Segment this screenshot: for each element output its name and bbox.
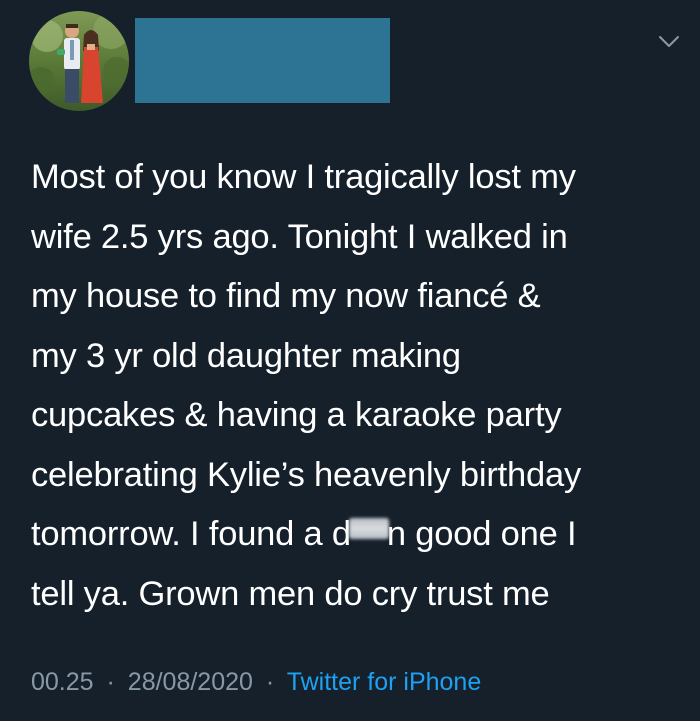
tweet-date[interactable]: 28/08/2020 <box>128 668 253 696</box>
separator: · <box>106 668 115 696</box>
separator: · <box>265 668 275 696</box>
profile-photo <box>29 11 129 111</box>
tweet-line: Most of you know I tragically lost my <box>31 158 576 196</box>
tweet-meta: 00.25 · 28/08/2020 · Twitter for iPhone <box>31 668 481 697</box>
tweet-source-link[interactable]: Twitter for iPhone <box>287 668 482 696</box>
tweet-text: Most of you know I tragically lost my wi… <box>31 148 681 624</box>
avatar[interactable] <box>29 11 129 111</box>
tweet-line: my 3 yr old daughter making <box>31 336 461 375</box>
tweet-line-after-censor: n good one I <box>386 515 577 553</box>
tweet-time[interactable]: 00.25 <box>31 668 94 696</box>
tweet-line: tomorrow. I found a d n good one I <box>31 505 681 565</box>
tweet-line: celebrating Kylie’s heavenly birthday <box>31 455 582 494</box>
chevron-down-icon[interactable] <box>656 29 682 55</box>
tweet-line: tell ya. Grown men do cry trust me <box>31 574 550 613</box>
tweet-line: cupcakes & having a karaoke party <box>31 396 562 434</box>
tweet-line: wife 2.5 yrs ago. Tonight I walked in <box>31 217 568 256</box>
redacted-username <box>135 18 390 103</box>
tweet-line-before-censor: tomorrow. I found a d <box>31 515 351 553</box>
tweet-line: my house to find my now fiancé & <box>31 277 541 315</box>
censored-word-blur <box>348 518 389 539</box>
